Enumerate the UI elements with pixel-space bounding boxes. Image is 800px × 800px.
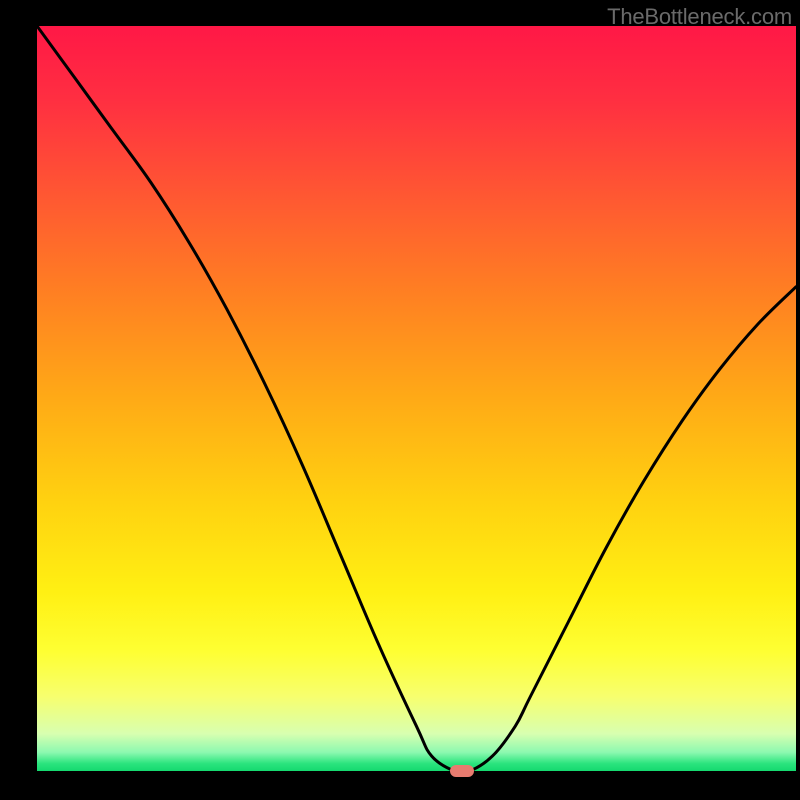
bottleneck-curve-path — [37, 26, 796, 771]
chart-frame: TheBottleneck.com — [0, 0, 800, 800]
curve-layer — [37, 26, 796, 771]
plot-area — [37, 26, 796, 771]
min-marker — [450, 765, 474, 777]
